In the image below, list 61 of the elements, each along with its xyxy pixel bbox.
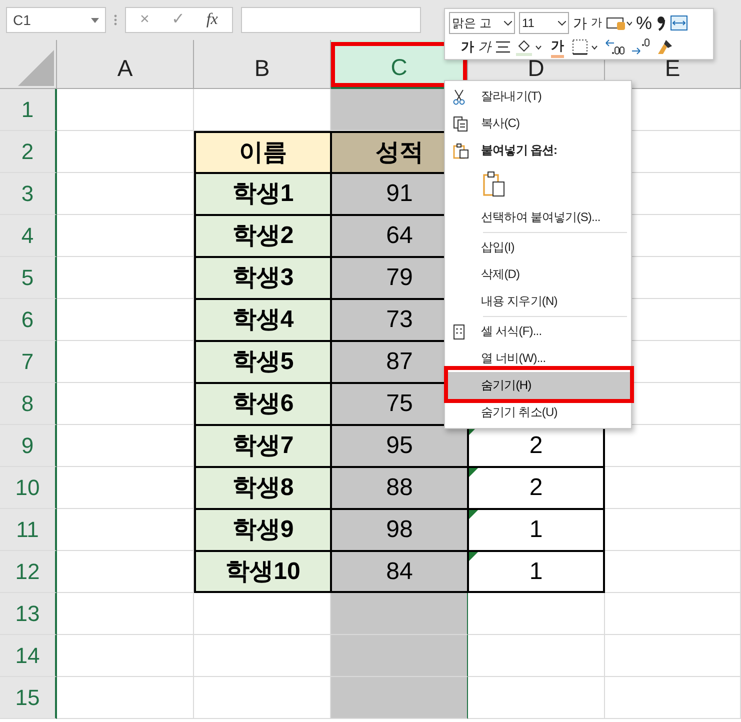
name-cell: 학생10 (194, 551, 331, 593)
row-header[interactable]: 7 (0, 341, 57, 383)
name-cell: 학생1 (194, 173, 331, 215)
table-cell: 84 (331, 551, 468, 593)
table-cell: 2 (468, 467, 605, 509)
table-cell: 98 (331, 509, 468, 551)
row-header[interactable]: 12 (0, 551, 57, 593)
borders-icon[interactable] (572, 39, 600, 55)
table-cell: 88 (331, 467, 468, 509)
fill-color-icon[interactable] (515, 38, 543, 56)
row-header[interactable]: 11 (0, 509, 57, 551)
more-icon (114, 14, 117, 26)
italic-button[interactable]: 가 (478, 37, 491, 57)
name-cell: 학생7 (194, 425, 331, 467)
increase-font-button[interactable]: 가 (573, 12, 587, 34)
cell-styles-icon[interactable] (606, 15, 632, 31)
clipboard-icon (453, 142, 469, 158)
cell-format-icon (453, 324, 465, 340)
font-size-field[interactable]: 11 (519, 12, 569, 34)
header-cell: 이름 (194, 131, 331, 173)
percent-style-button[interactable]: % (636, 10, 652, 36)
row-header[interactable]: 2 (0, 131, 57, 173)
name-cell: 학생5 (194, 341, 331, 383)
row-header[interactable]: 1 (0, 89, 57, 131)
row-header[interactable]: 14 (0, 635, 57, 677)
increase-decimal-icon[interactable] (604, 38, 626, 56)
name-cell: 학생2 (194, 215, 331, 257)
name-cell: 학생3 (194, 257, 331, 299)
name-cell: 학생4 (194, 299, 331, 341)
decrease-font-button[interactable]: 가 (591, 14, 602, 32)
copy-icon (453, 116, 469, 132)
name-box[interactable]: C1 (6, 7, 106, 33)
row-header[interactable]: 6 (0, 299, 57, 341)
column-header[interactable]: A (57, 40, 194, 89)
name-cell: 학생9 (194, 509, 331, 551)
font-name-field[interactable]: 맑은 고 (449, 12, 515, 34)
format-painter-icon[interactable] (656, 38, 674, 56)
row-header[interactable]: 4 (0, 215, 57, 257)
paste-option-icon[interactable] (483, 171, 505, 197)
row-header[interactable]: 8 (0, 383, 57, 425)
row-header[interactable]: 3 (0, 173, 57, 215)
formula-input[interactable] (240, 7, 421, 33)
table-cell: 1 (468, 509, 605, 551)
decrease-decimal-icon[interactable] (630, 38, 652, 56)
align-center-icon[interactable] (495, 40, 511, 54)
table-cell: 1 (468, 551, 605, 593)
comma-style-icon[interactable] (656, 15, 666, 31)
row-header[interactable]: 15 (0, 677, 57, 719)
row-header[interactable]: 5 (0, 257, 57, 299)
table-cell: 95 (331, 425, 468, 467)
name-cell: 학생6 (194, 383, 331, 425)
menu-item[interactable]: 숨기기(H) (445, 372, 631, 399)
row-header[interactable]: 13 (0, 593, 57, 635)
column-header[interactable]: B (194, 40, 331, 89)
insert-function-button[interactable]: fx (206, 8, 218, 32)
row-header[interactable]: 9 (0, 425, 57, 467)
scissors-icon (453, 88, 465, 104)
name-cell: 학생8 (194, 467, 331, 509)
wrap-icon[interactable] (670, 15, 688, 31)
font-color-button[interactable]: 가 (551, 36, 564, 58)
row-header[interactable]: 10 (0, 467, 57, 509)
